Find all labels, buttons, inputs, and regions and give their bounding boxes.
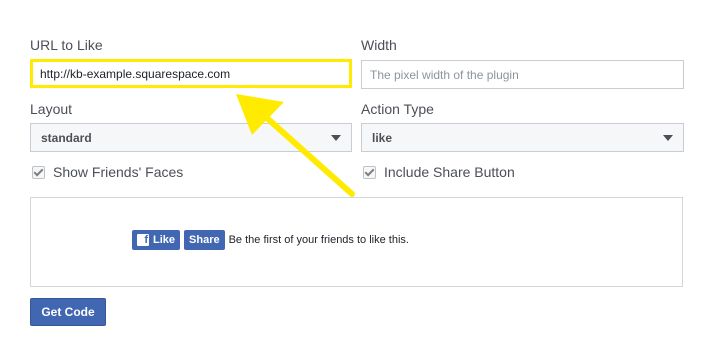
show-faces-label: Show Friends' Faces bbox=[53, 164, 184, 180]
social-context-text: Be the first of your friends to like thi… bbox=[228, 234, 409, 246]
action-type-select-value: like bbox=[372, 130, 393, 145]
action-type-select[interactable]: like bbox=[361, 123, 684, 152]
share-button[interactable]: Share bbox=[184, 230, 225, 250]
width-input-placeholder: The pixel width of the plugin bbox=[370, 67, 519, 82]
url-input-value: http://kb-example.squarespace.com bbox=[40, 66, 231, 81]
layout-select[interactable]: standard bbox=[30, 123, 352, 152]
get-code-label: Get Code bbox=[41, 305, 95, 319]
layout-label: Layout bbox=[30, 101, 73, 117]
plugin-preview: f Like Share Be the first of your friend… bbox=[30, 197, 683, 287]
like-button-label: Like bbox=[153, 234, 176, 246]
include-share-checkbox[interactable]: Include Share Button bbox=[363, 164, 515, 180]
include-share-label: Include Share Button bbox=[384, 164, 515, 180]
checkmark-icon bbox=[32, 165, 45, 179]
like-button[interactable]: f Like bbox=[132, 230, 181, 250]
width-input[interactable]: The pixel width of the plugin bbox=[361, 60, 684, 89]
share-button-label: Share bbox=[189, 234, 220, 246]
get-code-button[interactable]: Get Code bbox=[30, 298, 106, 326]
facebook-logo-icon: f bbox=[137, 234, 149, 246]
chevron-down-icon bbox=[331, 134, 341, 141]
url-input[interactable]: http://kb-example.squarespace.com bbox=[30, 59, 352, 88]
like-plugin: f Like Share Be the first of your friend… bbox=[132, 230, 409, 250]
checkmark-icon bbox=[363, 165, 376, 179]
layout-select-value: standard bbox=[41, 130, 92, 145]
chevron-down-icon bbox=[663, 134, 673, 141]
url-label: URL to Like bbox=[30, 37, 103, 53]
width-label: Width bbox=[361, 37, 397, 53]
action-type-label: Action Type bbox=[361, 101, 434, 117]
show-faces-checkbox[interactable]: Show Friends' Faces bbox=[32, 164, 183, 180]
